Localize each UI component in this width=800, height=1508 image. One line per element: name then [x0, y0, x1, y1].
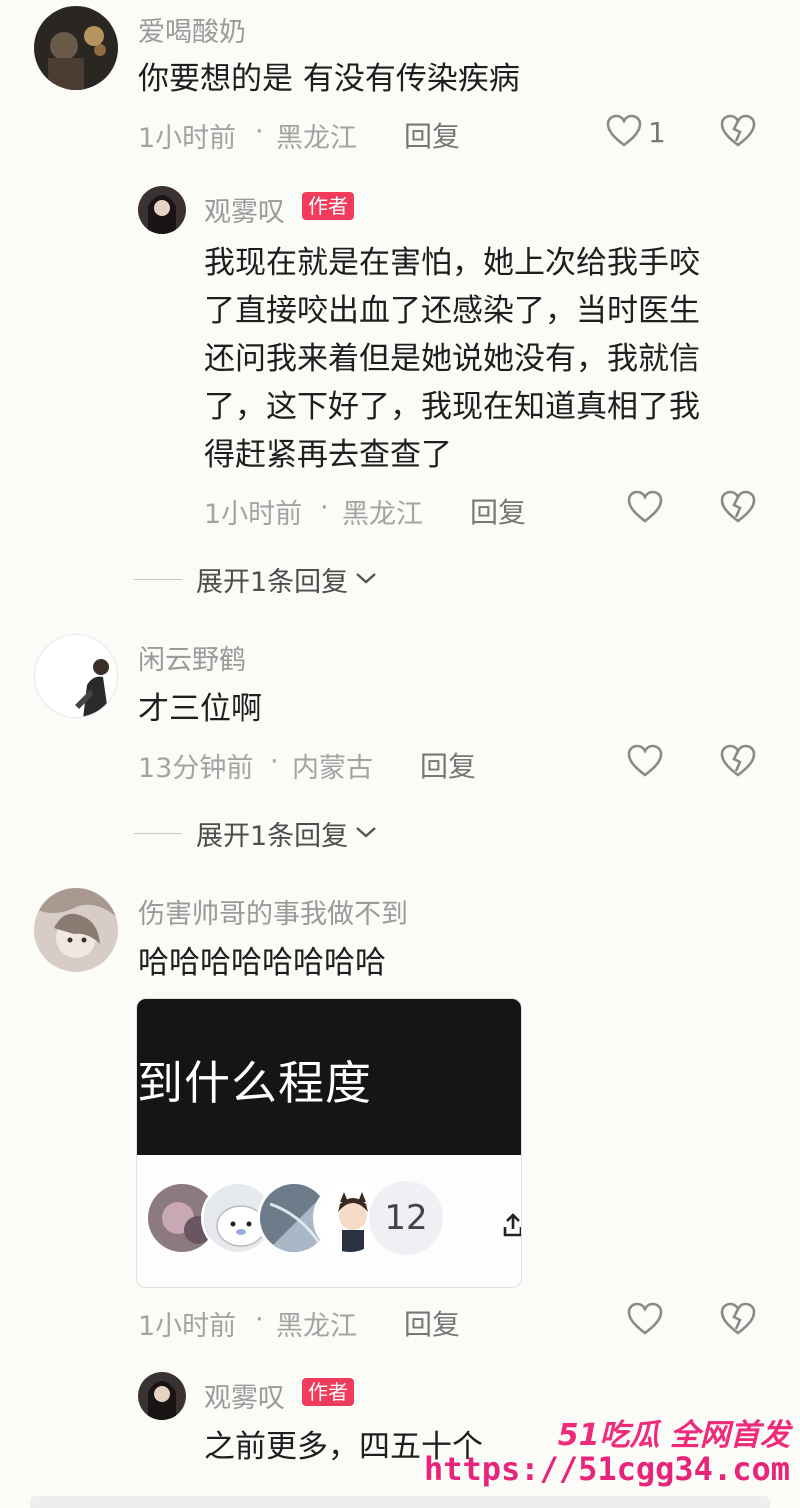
avatar[interactable] [138, 186, 186, 234]
comment-location: 黑龙江 [276, 123, 357, 154]
watermark-url: https://51cgg34.com [423, 1450, 790, 1488]
avatar[interactable] [34, 888, 118, 972]
author-badge: 作者 [302, 1378, 354, 1406]
comment-location: 黑龙江 [342, 499, 423, 530]
comment-username[interactable]: 伤害帅哥的事我做不到 [138, 892, 408, 931]
heart-icon[interactable] [627, 1302, 663, 1336]
avatar[interactable] [138, 1372, 186, 1420]
broken-heart-icon[interactable] [720, 744, 756, 778]
divider-line [134, 833, 182, 834]
comment-location: 内蒙古 [292, 753, 373, 784]
comment-location: 黑龙江 [276, 1311, 357, 1342]
avatar[interactable] [34, 6, 118, 90]
comment-text: 你要想的是 有没有传染疾病 [138, 61, 520, 97]
watermark-brand: 51吃瓜 全网首发 [557, 1418, 790, 1453]
heart-icon[interactable] [627, 744, 663, 778]
comment-time: 13分钟前 [138, 753, 254, 784]
broken-heart-icon[interactable] [720, 1302, 756, 1336]
comment-time: 1小时前 [138, 123, 237, 154]
meta-separator: · [255, 1304, 264, 1335]
heart-icon[interactable] [606, 114, 642, 148]
broken-heart-icon[interactable] [720, 490, 756, 524]
expand-replies-label: 展开1条回复 [196, 821, 349, 852]
avatar[interactable] [34, 634, 118, 718]
card-participants: 12 [137, 1155, 521, 1287]
card-title: 到什么程度 [137, 1056, 372, 1110]
comment-username[interactable]: 闲云野鹤 [138, 638, 246, 677]
chevron-down-icon [354, 570, 378, 590]
comment-username[interactable]: 观雾叹 [204, 1376, 285, 1415]
participant-count: 12 [369, 1181, 443, 1255]
expand-replies-button[interactable]: 展开1条回复 [134, 560, 378, 599]
like-count: 1 [648, 116, 666, 149]
comment-text: 哈哈哈哈哈哈哈哈 [138, 945, 386, 981]
comment-text-line: 我现在就是在害怕，她上次给我手咬 [204, 245, 700, 281]
share-icon[interactable] [503, 1213, 521, 1237]
meta-separator: · [270, 746, 279, 777]
comment-time: 1小时前 [204, 499, 303, 530]
shared-card[interactable]: 到什么程度 12 [136, 998, 522, 1288]
meta-separator: · [320, 492, 329, 523]
reply-button[interactable]: 回复 [420, 745, 476, 785]
divider-line [134, 579, 182, 580]
chevron-down-icon [354, 824, 378, 844]
reply-button[interactable]: 回复 [404, 1303, 460, 1343]
bottom-input-bar[interactable] [30, 1496, 770, 1508]
author-badge: 作者 [302, 192, 354, 220]
reply-button[interactable]: 回复 [404, 115, 460, 155]
comment-text-line: 了，这下好了，我现在知道真相了我 [204, 389, 700, 425]
comment-username[interactable]: 观雾叹 [204, 190, 285, 229]
expand-replies-label: 展开1条回复 [196, 567, 349, 598]
comment-text-line: 还问我来着但是她说她没有，我就信 [204, 341, 700, 377]
expand-replies-button[interactable]: 展开1条回复 [134, 814, 378, 853]
comment-text-line: 了直接咬出血了还感染了，当时医生 [204, 293, 700, 329]
comment-text: 才三位啊 [138, 691, 262, 727]
card-header: 到什么程度 [137, 999, 521, 1155]
comment-username[interactable]: 爱喝酸奶 [138, 10, 246, 49]
comment-time: 1小时前 [138, 1311, 237, 1342]
meta-separator: · [255, 116, 264, 147]
comment-text-line: 得赶紧再去查查了 [204, 437, 452, 473]
heart-icon[interactable] [627, 490, 663, 524]
reply-button[interactable]: 回复 [470, 491, 526, 531]
broken-heart-icon[interactable] [720, 114, 756, 148]
